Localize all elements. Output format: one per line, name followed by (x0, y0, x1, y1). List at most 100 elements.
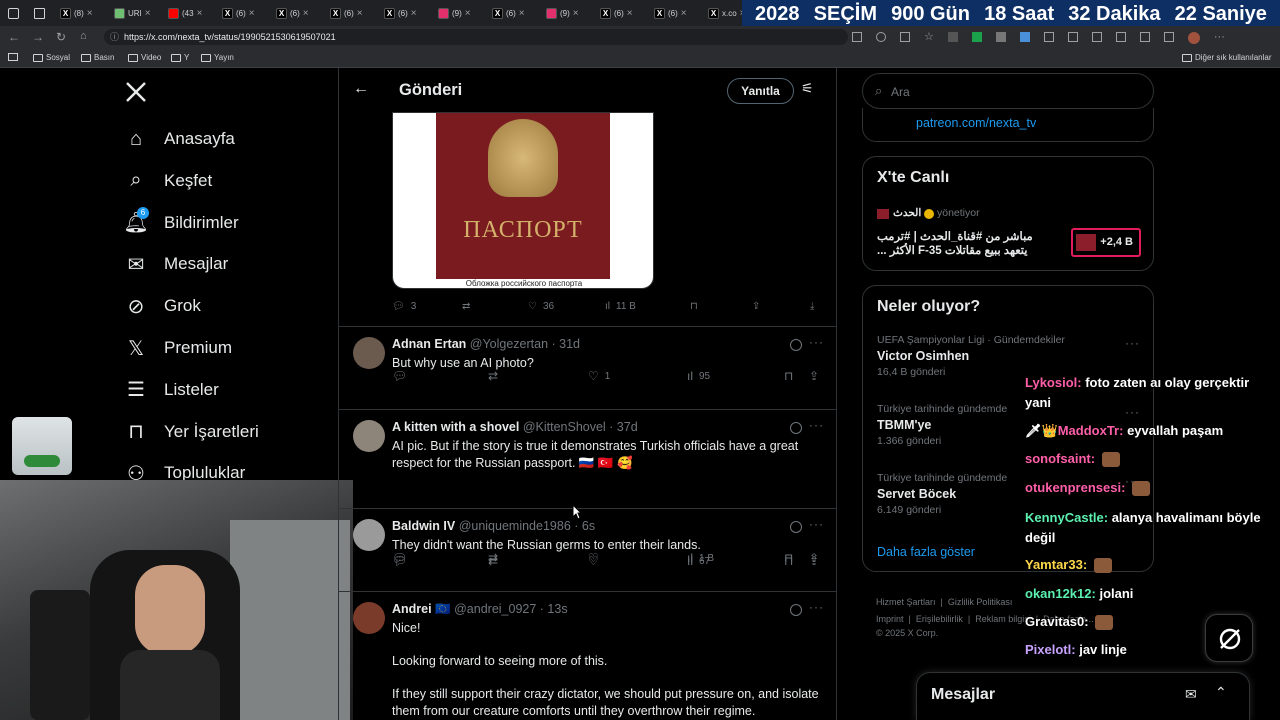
expand-drawer-icon[interactable]: ⌃ (1215, 684, 1227, 701)
close-tab-icon[interactable]: × (197, 8, 203, 19)
post-repost-action[interactable]: ⇄ (462, 301, 470, 312)
url-field[interactable]: ⓘ https://x.com/nexta_tv/status/19905215… (104, 29, 848, 45)
search-box[interactable]: ⌕ Ara (862, 73, 1154, 109)
tab-actions-icon[interactable] (34, 3, 45, 23)
bookmark-folder[interactable]: Video (128, 53, 161, 62)
x-logo-icon[interactable] (124, 80, 148, 104)
browser-tab[interactable]: (43 × (168, 3, 202, 23)
views-action[interactable]: ıl 95 (687, 369, 710, 383)
reply-action[interactable]: 💬︎ (392, 369, 413, 383)
reply-author[interactable]: Andrei 🇪🇺 @andrei_0927 · 13s (392, 602, 568, 617)
nav-item-mesajlar[interactable]: ✉ Mesajlar (124, 252, 229, 276)
extension-3-icon[interactable] (995, 32, 1006, 42)
bookmark-action[interactable]: ⊓ (784, 551, 793, 565)
post-like-action[interactable]: ♡ 36 (528, 301, 554, 312)
patreon-link[interactable]: patreon.com/nexta_tv (916, 116, 1036, 130)
reload-icon[interactable]: ↻ (56, 30, 66, 44)
views-action[interactable]: ıl 1 B (687, 551, 714, 565)
post-bookmark-action[interactable]: ⊓ (690, 301, 698, 312)
browser-tab[interactable]: Xx.co× (708, 3, 746, 23)
other-bookmarks[interactable]: Diğer sık kullanılanlar (1182, 53, 1271, 62)
footer-terms-link[interactable]: Hizmet Şartları (876, 597, 936, 607)
workspaces-icon[interactable] (8, 3, 19, 23)
collections-icon[interactable] (1115, 32, 1126, 42)
browser-tab[interactable]: X (6) × (600, 3, 633, 23)
reply-button[interactable]: Yanıtla (727, 78, 794, 104)
grok-explain-icon[interactable] (790, 339, 802, 351)
browser-tab[interactable]: X (6) × (492, 3, 525, 23)
zoom-icon[interactable] (876, 32, 886, 42)
nav-item-bildirimler[interactable]: 🔔︎ 6 Bildirimler (123, 206, 239, 235)
close-tab-icon[interactable]: × (145, 8, 151, 19)
close-tab-icon[interactable]: × (303, 8, 309, 19)
close-tab-icon[interactable]: × (627, 8, 633, 19)
footer-ads-link[interactable]: Reklam bilgisi (975, 614, 1031, 624)
settings-more-icon[interactable]: ··· (1214, 32, 1225, 44)
extension-1-icon[interactable] (947, 32, 958, 42)
avatar[interactable] (353, 602, 385, 634)
share-action[interactable]: ⇪ (809, 551, 819, 565)
footer-privacy-link[interactable]: Gizlilik Politikası (948, 597, 1013, 607)
avatar[interactable] (353, 337, 385, 369)
grok-explain-icon[interactable] (790, 422, 802, 434)
browser-tab[interactable]: (9) × (438, 3, 471, 23)
post-reply-action[interactable]: 💬︎ 3 (392, 301, 416, 312)
read-aloud-icon[interactable] (900, 32, 910, 42)
close-tab-icon[interactable]: × (519, 8, 525, 19)
bookmarks-menu-icon[interactable] (8, 53, 18, 61)
browser-tab[interactable]: URI × (114, 3, 151, 23)
browser-tab[interactable]: X (6) × (384, 3, 417, 23)
like-action[interactable]: ♡ (588, 551, 605, 565)
forward-arrow-icon[interactable]: → (32, 30, 44, 44)
reply-author[interactable]: Adnan Ertan @Yolgezertan · 31d (392, 337, 580, 351)
avatar[interactable] (353, 519, 385, 551)
favorites-icon[interactable] (1091, 32, 1102, 42)
nav-item-listeler[interactable]: ☰ Listeler (124, 378, 219, 402)
bookmark-folder[interactable]: Basın (81, 53, 114, 62)
like-action[interactable]: ♡ 1 (588, 369, 610, 383)
browser-tab[interactable]: (9) × (546, 3, 579, 23)
nav-item-keşfet[interactable]: ⌕ Keşfet (124, 169, 212, 193)
close-tab-icon[interactable]: × (357, 8, 363, 19)
nav-item-yer-i-şaretleri[interactable]: ⊓ Yer İşaretleri (124, 420, 259, 444)
share-action[interactable]: ⇪ (809, 369, 819, 383)
reply-post[interactable]: A kitten with a shovel @KittenShovel · 3… (339, 409, 836, 568)
more-options-icon[interactable]: ··· (809, 335, 824, 349)
grok-explain-icon[interactable] (790, 521, 802, 533)
browser-tab[interactable]: X (6) × (276, 3, 309, 23)
reply-post[interactable]: Baldwin IV @uniqueminde1986 · 6s ··· They … (339, 508, 836, 591)
extension-5-icon[interactable] (1043, 32, 1054, 42)
trend-item[interactable]: UEFA Şampiyonlar Ligi · Gündemdekiler Vic… (877, 334, 1065, 378)
post-download-action[interactable]: ⤓ (810, 301, 814, 312)
browser-tab[interactable]: X (8) × (60, 3, 93, 23)
reply-author[interactable]: A kitten with a shovel @KittenShovel · 3… (392, 420, 638, 434)
app-icon[interactable] (852, 32, 862, 42)
nav-item-grok[interactable]: ⊘ Grok (124, 294, 201, 318)
trend-more-icon[interactable]: ··· (1125, 336, 1139, 350)
back-icon[interactable]: ← (353, 80, 369, 98)
browser-tab[interactable]: X (6) × (654, 3, 687, 23)
close-tab-icon[interactable]: × (411, 8, 417, 19)
close-tab-icon[interactable]: × (465, 8, 471, 19)
trend-item[interactable]: Türkiye tarihinde gündemde TBMM'ye 1.366 g… (877, 403, 1007, 447)
trend-item[interactable]: Türkiye tarihinde gündemde Servet Böcek 6.… (877, 472, 1007, 516)
reply-post[interactable]: Andrei 🇪🇺 @andrei_0927 · 13s ··· Nice! Look… (339, 591, 836, 720)
show-more-link[interactable]: Daha fazla göster (877, 545, 975, 559)
more-options-icon[interactable]: ··· (809, 418, 824, 432)
close-tab-icon[interactable]: × (249, 8, 255, 19)
live-listeners-badge[interactable]: +2,4 B (1071, 228, 1141, 257)
reply-settings-icon[interactable]: ⚟ (801, 80, 814, 97)
post-share-action[interactable]: ⇪ (752, 301, 760, 312)
repost-action[interactable]: ⇄ (488, 551, 498, 565)
site-info-icon[interactable]: ⓘ (110, 29, 119, 45)
more-options-icon[interactable]: ··· (809, 517, 824, 531)
browser-tab[interactable]: X (6) × (330, 3, 363, 23)
reply-post[interactable]: Adnan Ertan @Yolgezertan · 31d ··· But why… (339, 326, 836, 409)
post-image[interactable]: ПАСПОРТ Обложка российского паспорта (392, 112, 654, 289)
browser-tab[interactable]: X (6) × (222, 3, 255, 23)
favorite-star-icon[interactable]: ☆ (924, 32, 934, 44)
live-account-name[interactable]: الحدث (893, 207, 921, 219)
extensions-icon[interactable] (1139, 32, 1150, 42)
back-arrow-icon[interactable]: ← (8, 30, 20, 44)
grok-floating-button[interactable] (1205, 614, 1253, 662)
